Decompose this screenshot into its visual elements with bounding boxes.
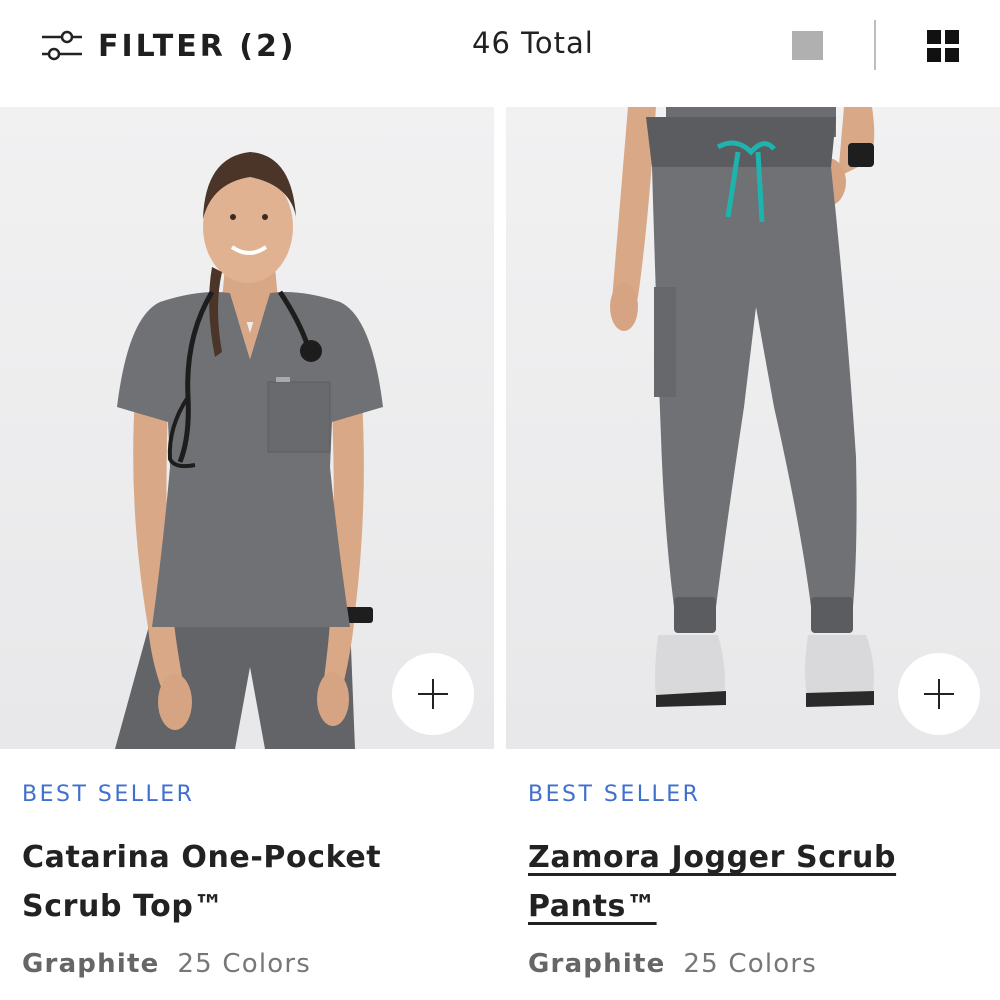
total-count: 46 Total [472,26,594,60]
best-seller-badge: BEST SELLER [22,782,195,807]
color-name: Graphite [528,949,666,979]
product-image-jogger-pants[interactable] [506,107,1000,749]
grid-view-icon[interactable] [927,30,959,62]
jogger-pants-illustration [506,107,1000,749]
best-seller-badge: BEST SELLER [528,782,701,807]
product-card: BEST SELLER Catarina One-Pocket Scrub To… [0,107,494,979]
filter-label: FILTER (2) [98,28,297,64]
toolbar: FILTER (2) 46 Total [0,0,1000,92]
add-to-bag-button[interactable] [392,653,474,735]
product-title[interactable]: Zamora Jogger Scrub Pants™ [528,833,968,931]
sliders-icon [42,30,82,61]
product-card: BEST SELLER Zamora Jogger Scrub Pants™ G… [506,107,1000,979]
colors-count[interactable]: 25 Colors [177,949,311,979]
product-meta: Graphite 25 Colors [528,949,1000,979]
filter-button[interactable]: FILTER (2) [40,24,297,68]
single-view-icon[interactable] [792,31,823,60]
color-name: Graphite [22,949,160,979]
scrub-top-illustration [0,107,494,749]
add-to-bag-button[interactable] [898,653,980,735]
product-image-scrub-top[interactable] [0,107,494,749]
colors-count[interactable]: 25 Colors [683,949,817,979]
view-divider [874,20,876,70]
product-title[interactable]: Catarina One-Pocket Scrub Top™ [22,833,462,931]
product-meta: Graphite 25 Colors [22,949,494,979]
